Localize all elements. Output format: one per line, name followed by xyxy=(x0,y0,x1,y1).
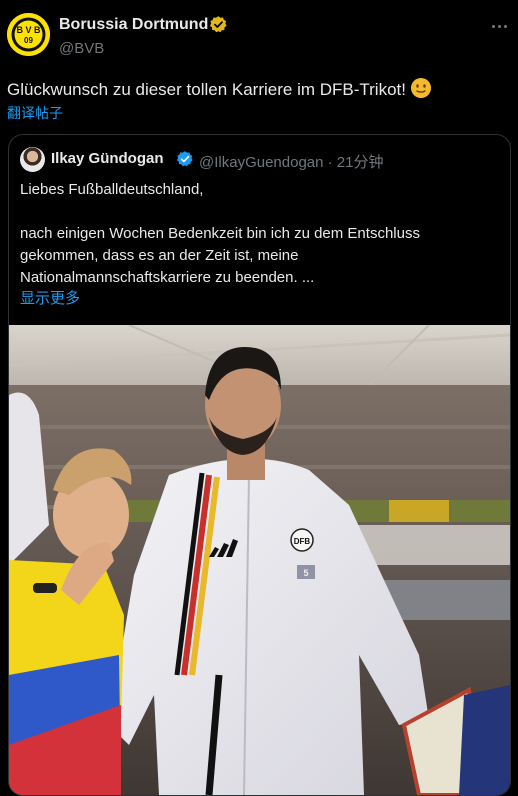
author-handle[interactable]: @BVB xyxy=(59,40,104,57)
verified-blue-badge-icon xyxy=(176,151,193,167)
slightly-smiling-face-icon xyxy=(411,78,431,98)
svg-text:DFB: DFB xyxy=(294,537,311,546)
quoted-photo[interactable]: DFB 5 xyxy=(9,325,510,795)
quoted-author-name[interactable]: Ilkay Gündogan xyxy=(51,150,164,167)
svg-text:B V B: B V B xyxy=(16,25,41,35)
translate-post-link[interactable]: 翻译帖子 xyxy=(7,103,63,123)
quoted-body-line: nach einigen Wochen Bedenkzeit bin ich z… xyxy=(20,225,420,286)
post-text: Glückwunsch zu dieser tollen Karriere im… xyxy=(7,77,432,100)
more-options-icon[interactable] xyxy=(484,14,514,38)
svg-text:09: 09 xyxy=(24,36,33,45)
quoted-post-card[interactable]: Ilkay Gündogan @IlkayGuendogan · 21分钟 Li… xyxy=(8,134,511,796)
verified-gold-badge-icon xyxy=(209,16,227,33)
quoted-handle-time[interactable]: @IlkayGuendogan · 21分钟 xyxy=(199,151,384,172)
quoted-body: Liebes Fußballdeutschland, nach einigen … xyxy=(20,179,490,289)
post: B V B 09 Borussia Dortmund @BVB Glückwun… xyxy=(0,0,518,796)
show-more-link[interactable]: 显示更多 xyxy=(20,287,80,308)
jersey-number: 5 xyxy=(303,568,308,578)
quoted-body-line: Liebes Fußballdeutschland, xyxy=(20,181,204,198)
post-text-content: Glückwunsch zu dieser tollen Karriere im… xyxy=(7,80,406,99)
quoted-author-avatar[interactable] xyxy=(20,147,45,172)
author-name[interactable]: Borussia Dortmund xyxy=(59,16,208,34)
bvb-logo-icon[interactable]: B V B 09 xyxy=(7,13,50,56)
